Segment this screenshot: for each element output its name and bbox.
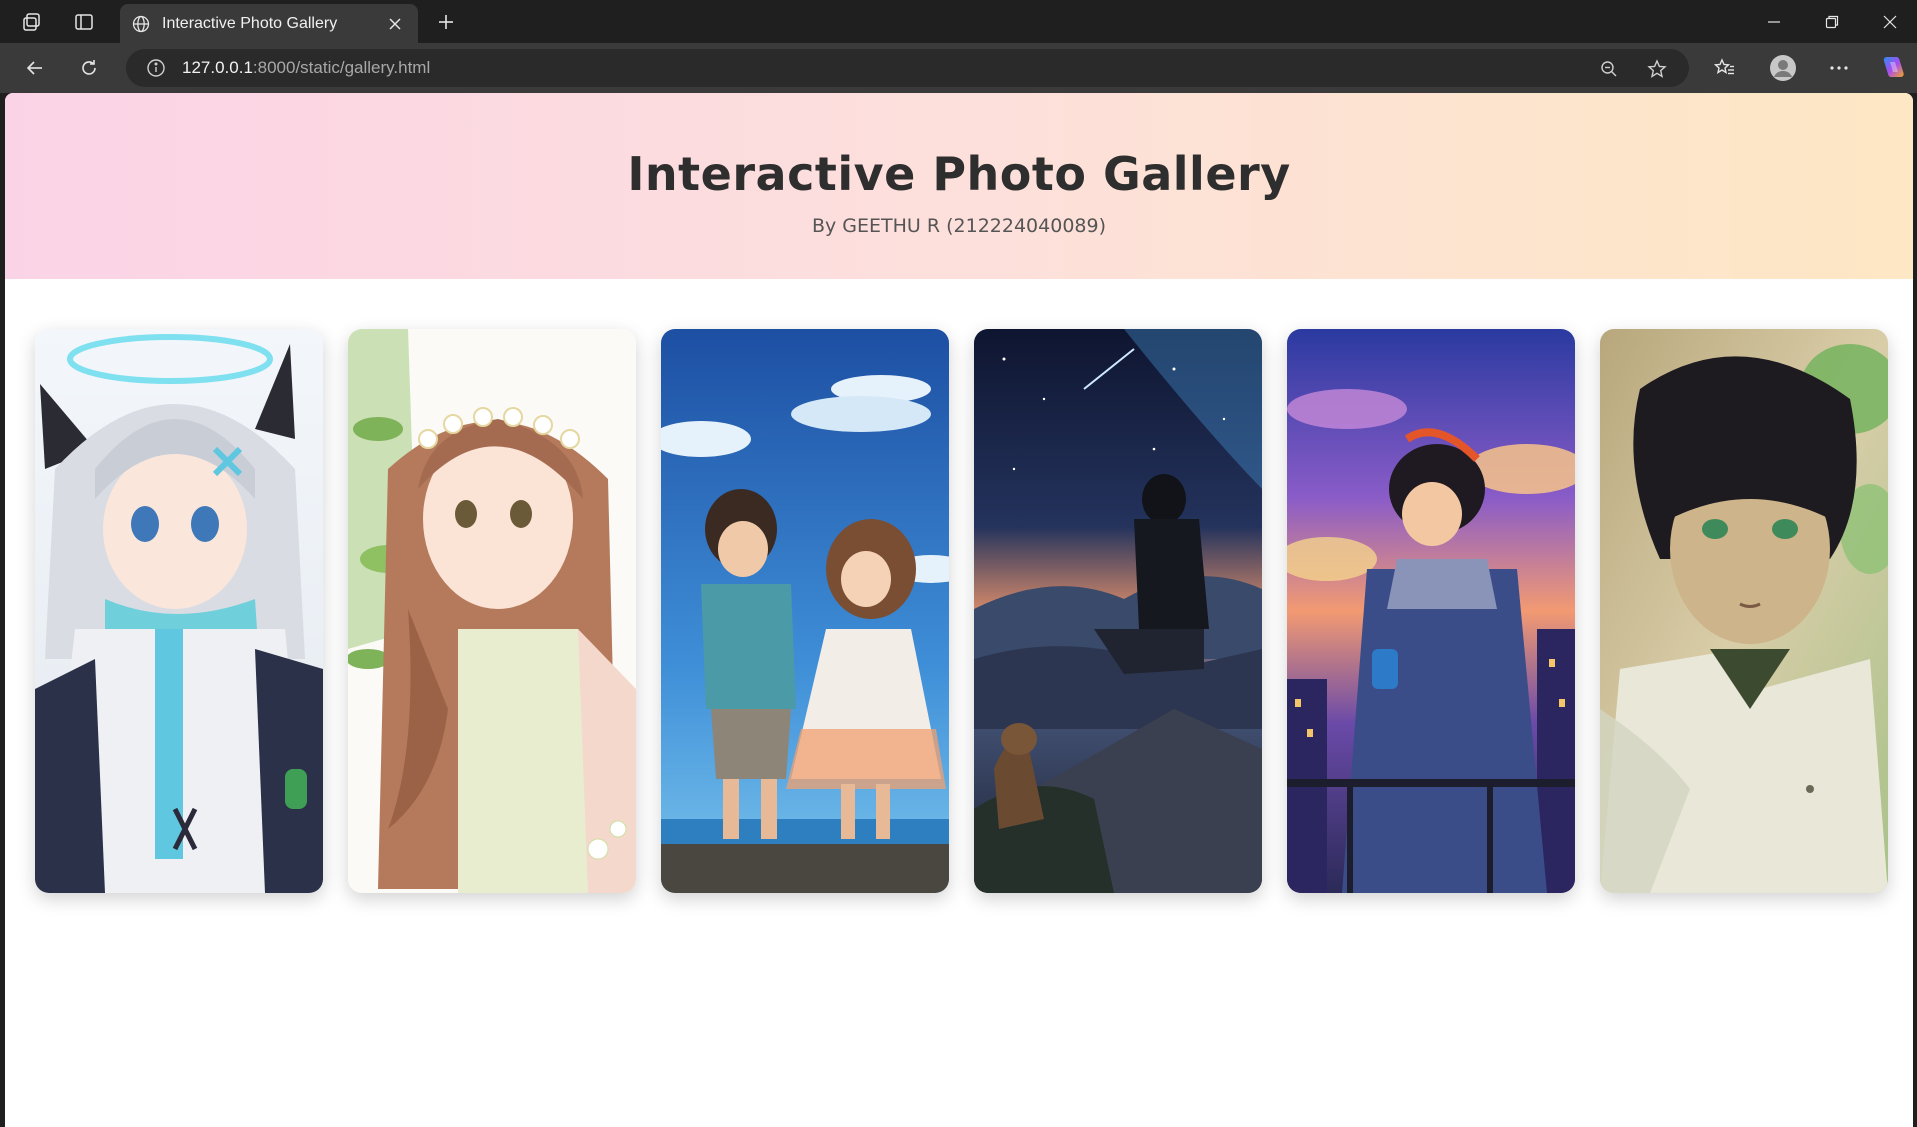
refresh-icon[interactable]: [69, 48, 109, 88]
photo-boy-hoodie-sunset: [1287, 329, 1575, 893]
photo-couple-by-sea: [661, 329, 949, 893]
back-icon[interactable]: [15, 48, 55, 88]
browser-toolbar: 127.0.0.1:8000/static/gallery.html: [0, 43, 1917, 93]
close-icon[interactable]: [384, 13, 406, 35]
hero-header: Interactive Photo Gallery By GEETHU R (2…: [5, 93, 1913, 279]
photo-gallery: [35, 329, 1888, 893]
gallery-card-1[interactable]: [35, 329, 323, 893]
page-viewport: Interactive Photo Gallery By GEETHU R (2…: [5, 93, 1913, 1127]
url-text: 127.0.0.1:8000/static/gallery.html: [182, 58, 430, 78]
photo-dark-haired-boy: [1600, 329, 1888, 893]
profile-icon[interactable]: [1763, 48, 1803, 88]
address-bar[interactable]: 127.0.0.1:8000/static/gallery.html: [126, 49, 1689, 87]
gallery-card-5[interactable]: [1287, 329, 1575, 893]
zoom-out-icon[interactable]: [1596, 56, 1622, 82]
site-info-icon[interactable]: [146, 58, 166, 78]
copilot-icon[interactable]: [1872, 48, 1912, 88]
gallery-card-6[interactable]: [1600, 329, 1888, 893]
page-subtitle: By GEETHU R (212224040089): [811, 215, 1107, 237]
gallery-card-2[interactable]: [348, 329, 636, 893]
browser-title-bar: Interactive Photo Gallery: [0, 0, 1917, 43]
window-close-icon[interactable]: [1861, 0, 1917, 43]
minimize-icon[interactable]: [1745, 0, 1803, 43]
photo-silver-haired-girl: [35, 329, 323, 893]
photo-flower-crown-girl: [348, 329, 636, 893]
vertical-tabs-icon[interactable]: [62, 0, 106, 43]
favorite-star-icon[interactable]: [1644, 56, 1670, 82]
restore-icon[interactable]: [1803, 0, 1861, 43]
page-title: Interactive Photo Gallery: [627, 147, 1291, 201]
active-tab[interactable]: Interactive Photo Gallery: [120, 4, 418, 43]
more-icon[interactable]: [1819, 48, 1859, 88]
new-tab-icon[interactable]: [426, 0, 466, 43]
workspaces-icon[interactable]: [10, 0, 54, 43]
photo-boy-and-dog-night: [974, 329, 1262, 893]
url-path: :8000/static/gallery.html: [252, 58, 431, 77]
gallery-card-4[interactable]: [974, 329, 1262, 893]
favorites-icon[interactable]: [1705, 48, 1745, 88]
globe-icon: [132, 15, 150, 33]
tab-title: Interactive Photo Gallery: [162, 14, 338, 32]
gallery-card-3[interactable]: [661, 329, 949, 893]
url-host: 127.0.0.1: [182, 58, 253, 77]
